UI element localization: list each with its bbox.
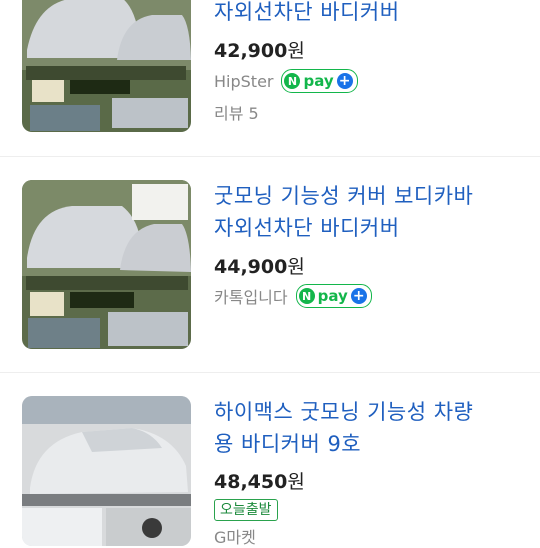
product-title-line[interactable]: 용 바디커버 9호: [214, 428, 524, 460]
product-title-line[interactable]: 자외선차단 바디커버: [214, 0, 400, 24]
product-thumbnail[interactable]: [22, 180, 191, 349]
seller-row: 카톡입니다 N pay +: [214, 284, 372, 308]
product-title[interactable]: 자외선차단 바디커버: [214, 0, 524, 28]
seller-row: G마켓: [214, 524, 256, 548]
product-title[interactable]: 하이맥스 굿모닝 기능성 차량 용 바디커버 9호: [214, 396, 524, 460]
npay-n-icon: N: [284, 73, 301, 89]
npay-badge: N pay +: [295, 284, 372, 308]
currency-label: 원: [287, 471, 305, 493]
product-thumbnail[interactable]: [22, 396, 191, 546]
seller-name[interactable]: HipSter: [214, 72, 273, 91]
npay-label: pay: [303, 72, 334, 90]
plus-icon: +: [350, 288, 367, 304]
npay-badge: N pay +: [281, 69, 358, 93]
product-price: 44,900원: [214, 252, 305, 279]
currency-label: 원: [287, 40, 305, 62]
review-count[interactable]: 리뷰 5: [214, 100, 259, 124]
price-value: 48,450: [214, 471, 288, 493]
seller-row: HipSter N pay +: [214, 69, 358, 93]
currency-label: 원: [287, 256, 305, 278]
divider: [0, 372, 540, 373]
same-day-shipping-badge: 오늘출발: [214, 499, 278, 521]
product-thumbnail[interactable]: [22, 0, 191, 132]
divider: [0, 156, 540, 157]
product-title-line[interactable]: 하이맥스 굿모닝 기능성 차량: [214, 396, 524, 428]
product-price: 48,450원: [214, 467, 305, 494]
seller-name[interactable]: G마켓: [214, 524, 256, 548]
npay-label: pay: [317, 287, 348, 305]
seller-name[interactable]: 카톡입니다: [214, 284, 288, 308]
plus-icon: +: [336, 73, 353, 89]
product-title-line[interactable]: 굿모닝 기능성 커버 보디카바: [214, 180, 524, 212]
product-title-line[interactable]: 자외선차단 바디커버: [214, 212, 524, 244]
product-price: 42,900원: [214, 36, 305, 63]
price-value: 42,900: [214, 40, 288, 62]
price-value: 44,900: [214, 256, 288, 278]
product-title[interactable]: 굿모닝 기능성 커버 보디카바 자외선차단 바디커버: [214, 180, 524, 244]
npay-n-icon: N: [298, 288, 315, 304]
